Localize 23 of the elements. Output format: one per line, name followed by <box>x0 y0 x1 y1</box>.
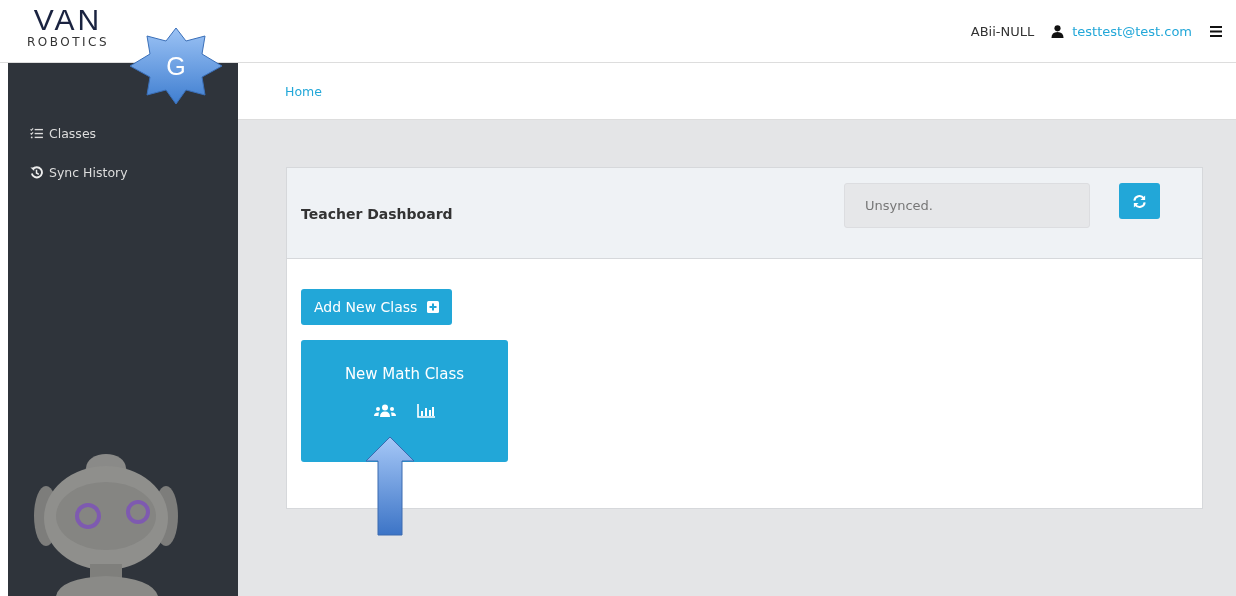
logo-mark: VAN <box>33 5 103 35</box>
bar-chart-icon[interactable] <box>417 404 435 418</box>
class-tile[interactable]: New Math Class <box>301 340 508 462</box>
user-name: ABii-NULL <box>970 23 1035 39</box>
card-title: Teacher Dashboard <box>301 206 454 222</box>
email-link[interactable]: testtest@test.com <box>1072 23 1192 39</box>
class-name: New Math Class <box>344 365 465 383</box>
add-class-button[interactable]: Add New Class <box>301 289 453 325</box>
refresh-button[interactable] <box>1119 183 1160 219</box>
star-badge: G <box>130 28 222 104</box>
sidebar-item[interactable]: Classes <box>30 126 238 141</box>
user-icon <box>1051 24 1065 38</box>
sidebar-item[interactable]: Sync History <box>30 165 238 180</box>
plus-icon <box>427 301 440 313</box>
refresh-icon <box>1132 193 1147 209</box>
menu-icon[interactable] <box>1210 25 1222 37</box>
breadcrumb-link[interactable]: Home <box>285 83 322 99</box>
sync-status-field[interactable]: Unsynced. <box>844 183 1090 228</box>
logo[interactable]: VAN ROBOTICS <box>27 5 110 49</box>
checklist-icon <box>30 128 43 139</box>
logo-name: ROBOTICS <box>27 35 110 49</box>
history-icon <box>30 166 43 179</box>
people-icon[interactable] <box>374 404 396 418</box>
